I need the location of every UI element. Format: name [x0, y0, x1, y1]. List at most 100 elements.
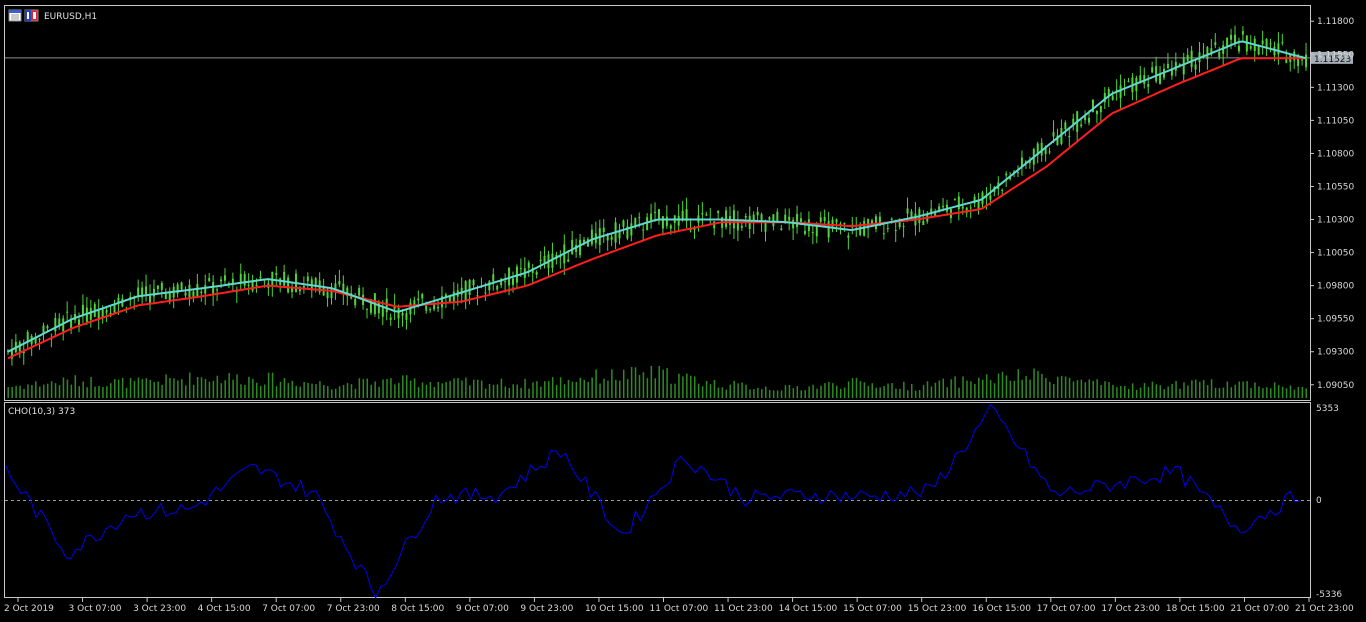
candle-body	[618, 231, 621, 239]
window-menu-icon[interactable]	[8, 9, 22, 22]
candle-body	[847, 235, 850, 238]
volume-bar	[729, 384, 731, 398]
volume-bar	[86, 387, 88, 398]
candle-body	[657, 209, 660, 220]
volume-bar	[508, 388, 511, 398]
candle-body	[105, 310, 108, 313]
volume-bar	[54, 383, 57, 398]
candle-body	[784, 214, 787, 222]
volume-bar	[926, 381, 929, 398]
volume-bar	[536, 381, 538, 398]
volume-bar	[1242, 381, 1244, 398]
candle-body	[1052, 132, 1055, 137]
volume-bar	[291, 380, 294, 398]
volume-bar	[1171, 383, 1173, 398]
candle-body	[661, 216, 664, 229]
candle-body	[1249, 46, 1252, 49]
candle-body	[223, 275, 226, 281]
volume-bar	[1230, 387, 1233, 398]
volume-bar	[555, 384, 558, 398]
candle-body	[1241, 31, 1244, 35]
candle-body	[1064, 122, 1067, 130]
candle-body	[792, 219, 795, 229]
candle-body	[701, 212, 704, 215]
candle-body	[882, 233, 885, 235]
candle-body	[1190, 50, 1193, 68]
time-tick-label: 18 Oct 15:00	[1166, 604, 1225, 614]
volume-bar	[591, 377, 593, 398]
candle-body	[496, 285, 499, 290]
candle-body	[338, 280, 341, 285]
candle-body	[1155, 66, 1158, 82]
volume-bar	[642, 372, 645, 398]
candle-body	[492, 274, 495, 282]
volume-bar	[117, 379, 120, 398]
candle-body	[255, 284, 258, 287]
volume-bar	[1199, 381, 1201, 398]
volume-bar	[394, 384, 396, 398]
volume-bar	[94, 386, 96, 398]
candle-body	[200, 291, 203, 294]
volume-bar	[1072, 381, 1075, 398]
volume-bar	[23, 388, 25, 398]
candle-body	[476, 295, 479, 297]
price-tick-label: 1.10800	[1317, 149, 1354, 159]
volume-bar	[259, 385, 262, 398]
volume-bar	[666, 368, 668, 398]
price-tick-label: 1.11800	[1317, 17, 1354, 27]
time-tick-label: 8 Oct 15:00	[391, 604, 444, 614]
volume-bar	[836, 385, 838, 398]
volume-bar	[985, 374, 988, 398]
volume-bar	[997, 373, 1000, 398]
volume-bar	[974, 383, 976, 398]
candle-body	[397, 308, 400, 319]
volume-bar	[327, 386, 329, 398]
volume-bar	[579, 377, 582, 398]
volume-bar	[1045, 377, 1047, 398]
candle-body	[894, 229, 897, 231]
volume-bar	[469, 385, 471, 398]
volume-bar	[224, 380, 226, 398]
indicator-label: CHO(10,3) 373	[8, 407, 75, 417]
candle-body	[425, 305, 428, 311]
candle-body	[1194, 64, 1197, 70]
volume-bar	[232, 379, 234, 398]
volume-bar	[599, 383, 601, 398]
candle-body	[243, 274, 246, 286]
volume-bar	[331, 389, 333, 398]
volume-bar	[989, 380, 992, 398]
chart-window[interactable]: EURUSD,H1 CHO(10,3) 373 1.11523 1.11800 1…	[0, 0, 1366, 622]
time-tick-label: 21 Oct 07:00	[1230, 604, 1289, 614]
chart-type-icon[interactable]	[24, 9, 39, 22]
volume-bar	[121, 377, 124, 398]
volume-bar	[717, 387, 720, 398]
volume-bar	[1021, 379, 1023, 398]
volume-bar	[1108, 382, 1110, 398]
volume-bar	[871, 383, 874, 398]
candle-body	[1119, 85, 1122, 99]
candle-body	[1226, 37, 1229, 47]
volume-bar	[1076, 380, 1079, 398]
candle-body	[484, 292, 487, 294]
indicator-min-label: -5336	[1316, 590, 1342, 600]
candle-body	[886, 228, 889, 230]
volume-bar	[386, 379, 388, 398]
candle-body	[890, 218, 893, 220]
volume-bar	[603, 378, 605, 398]
volume-bar	[761, 389, 763, 398]
volume-bar	[626, 379, 629, 398]
volume-bar	[492, 384, 495, 398]
volume-bar	[390, 378, 392, 398]
candle-body	[1088, 117, 1091, 123]
ma-fast-line	[7, 40, 1307, 353]
volume-bar	[1273, 382, 1276, 398]
candles	[6, 25, 1308, 366]
volume-bar	[670, 383, 672, 398]
volume-bar	[658, 365, 660, 398]
volume-bar	[208, 381, 211, 398]
volume-bar	[1258, 386, 1260, 398]
volume-bar	[1254, 382, 1256, 398]
candle-body	[220, 279, 223, 282]
chart-canvas[interactable]: EURUSD,H1 CHO(10,3) 373 1.11523 1.118001…	[0, 0, 1366, 622]
volume-bar	[275, 386, 278, 398]
